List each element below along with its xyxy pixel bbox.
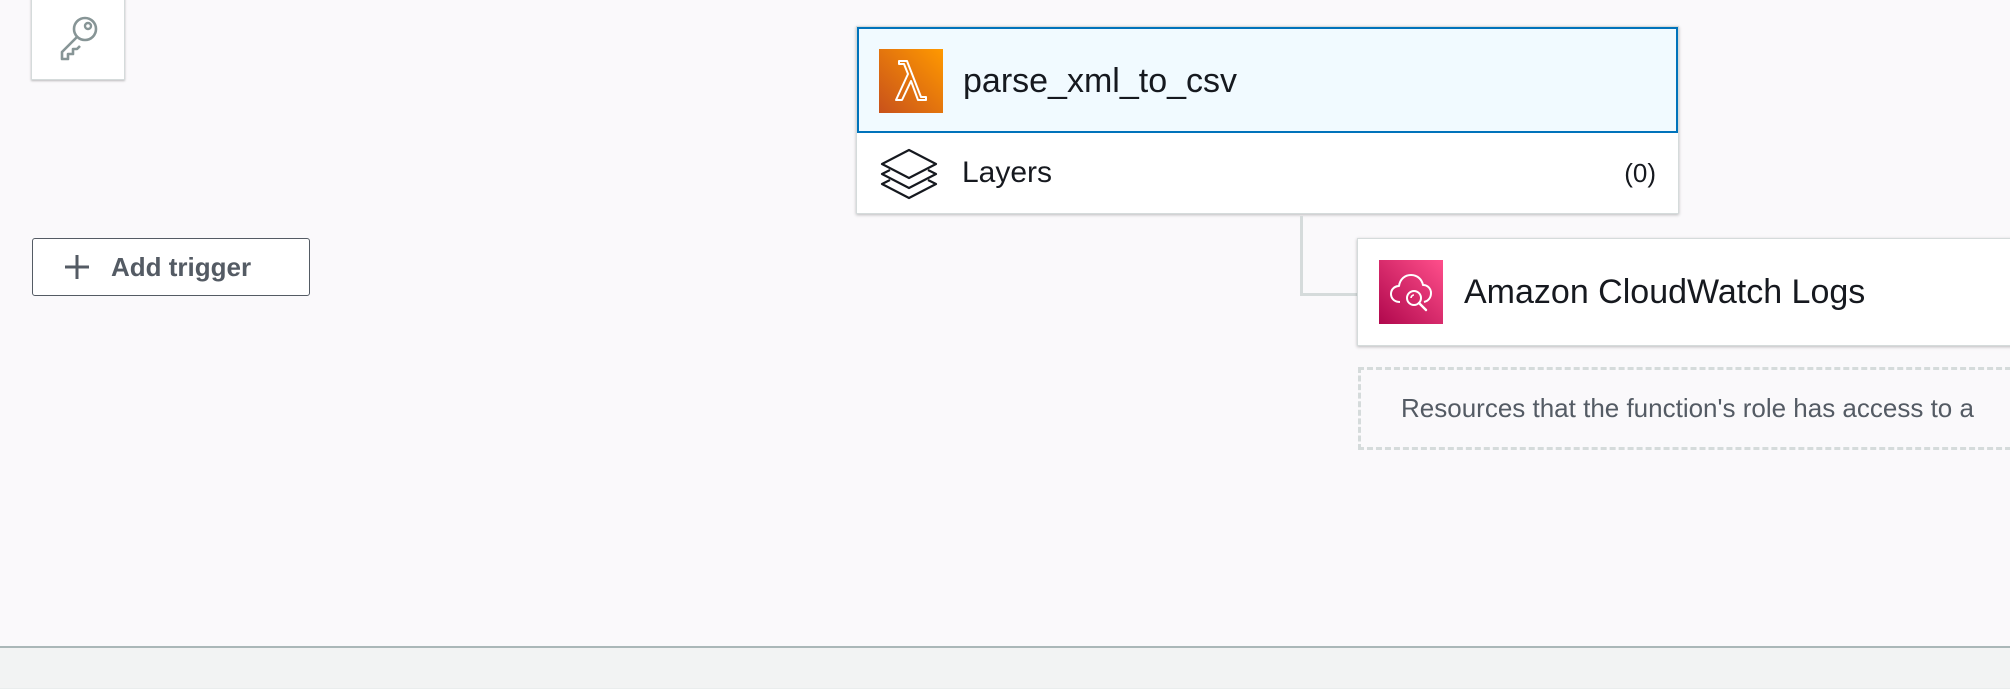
resources-placeholder: Resources that the function's role has a… [1358,367,2010,450]
destination-connector [1300,216,1358,296]
destination-name: Amazon CloudWatch Logs [1464,273,1866,311]
layers-label: Layers [962,156,1053,189]
plus-icon [63,253,91,281]
permissions-button[interactable] [31,0,125,80]
function-name: parse_xml_to_csv [963,62,1238,100]
add-trigger-label: Add trigger [111,251,252,282]
resources-note: Resources that the function's role has a… [1401,393,1974,423]
layers-count: (0) [1624,158,1656,188]
function-card: parse_xml_to_csv Layers (0) [856,26,1679,214]
layers-icon [880,148,938,200]
designer-canvas: Add trigger parse_xml_to_csv Layers (0) [0,0,2010,646]
lambda-icon [879,49,943,113]
function-node[interactable]: parse_xml_to_csv [857,27,1678,133]
layers-node[interactable]: Layers (0) [857,133,1678,213]
cloudwatch-logs-icon [1379,260,1443,324]
footer-bar [0,648,2010,688]
key-icon [60,16,98,61]
footer-edge [0,688,2010,699]
add-trigger-button[interactable]: Add trigger [32,238,310,296]
destination-node-cloudwatch-logs[interactable]: Amazon CloudWatch Logs [1357,238,2010,346]
